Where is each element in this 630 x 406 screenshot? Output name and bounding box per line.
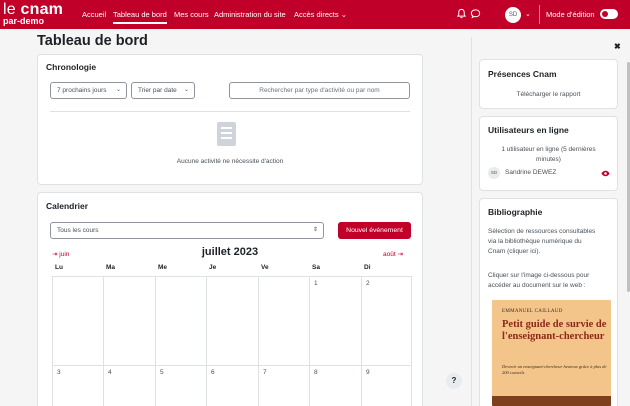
- weekday-header: Sa: [312, 264, 320, 271]
- download-report-link[interactable]: Télécharger le rapport: [479, 90, 618, 100]
- calendar-day-cell[interactable]: 8: [309, 365, 361, 406]
- calendar-day-cell[interactable]: 1: [309, 276, 361, 365]
- bibliography-link[interactable]: Sélection de ressources consultables via …: [488, 227, 614, 257]
- course-filter-select[interactable]: Tous les cours ⇕: [50, 222, 324, 239]
- calendar-day-cell[interactable]: 9: [361, 365, 412, 406]
- navbar-divider: [539, 5, 540, 24]
- nav-item-acces-directs[interactable]: Accès directs ⌄: [294, 10, 347, 19]
- eye-icon[interactable]: [601, 170, 610, 177]
- book-cover-band: [492, 396, 611, 406]
- calendar-day-cell[interactable]: 5: [155, 365, 206, 406]
- calendar-day-cell: [103, 276, 155, 365]
- calendar-day-cell: [206, 276, 258, 365]
- online-users-summary: 1 utilisateur en ligne (5 dernières minut…: [501, 146, 596, 163]
- calendar-day-cell[interactable]: 3: [52, 365, 103, 406]
- calendar-day-cell[interactable]: 7: [258, 365, 309, 406]
- edit-mode-toggle[interactable]: [600, 9, 618, 19]
- user-avatar: SD: [488, 167, 500, 179]
- bell-icon[interactable]: [456, 8, 467, 19]
- book-subtitle: Devenir un enseignant-chercheur heureux …: [502, 364, 607, 375]
- calendar-day-cell[interactable]: 4: [103, 365, 155, 406]
- nav-item-accueil[interactable]: Accueil: [82, 10, 106, 19]
- arrow-right-icon: ⇥: [397, 251, 403, 258]
- nav-item-administration[interactable]: Administration du site: [214, 10, 286, 19]
- online-users-title: Utilisateurs en ligne: [488, 125, 569, 135]
- timeline-card: [37, 54, 423, 185]
- close-drawer-icon[interactable]: ✖: [614, 42, 621, 51]
- calendar-day-cell: [52, 276, 103, 365]
- nav-item-mes-cours[interactable]: Mes cours: [174, 10, 209, 19]
- weekday-header: Je: [209, 264, 217, 271]
- timeline-divider: [50, 111, 410, 112]
- user-menu-chevron-icon[interactable]: ⌄: [525, 10, 531, 18]
- nav-item-tableau-de-bord[interactable]: Tableau de bord: [113, 10, 167, 24]
- weekday-header: Me: [158, 264, 168, 271]
- bibliography-title: Bibliographie: [488, 207, 543, 217]
- edit-mode-label: Mode d'édition: [546, 10, 595, 19]
- next-month-link[interactable]: août ⇥: [383, 250, 403, 258]
- calendar-day-cell: [258, 276, 309, 365]
- timeline-days-filter[interactable]: 7 prochains jours ⌄: [50, 82, 127, 99]
- page-title: Tableau de bord: [37, 33, 148, 49]
- weekday-header: Di: [364, 264, 371, 271]
- calendar-month-title: juillet 2023: [201, 246, 259, 258]
- weekday-header: Ve: [261, 264, 269, 271]
- chevron-updown-icon: ⇕: [312, 227, 318, 233]
- new-event-button[interactable]: Nouvel événement: [338, 222, 411, 239]
- calendar-day-cell[interactable]: 6: [206, 365, 258, 406]
- chevron-down-icon: ⌄: [183, 87, 189, 93]
- empty-list-icon: [217, 122, 236, 146]
- chevron-down-icon: ⌄: [115, 87, 121, 93]
- calendar-title: Calendrier: [46, 201, 89, 211]
- timeline-search-input[interactable]: Rechercher par type d'activité ou par no…: [229, 82, 410, 99]
- help-button[interactable]: ?: [446, 373, 462, 389]
- calendar-day-cell: [155, 276, 206, 365]
- calendar-day-cell[interactable]: 2: [361, 276, 412, 365]
- book-cover-image[interactable]: EMMANUEL CAILLAUD Petit guide de survie …: [492, 300, 611, 406]
- timeline-sort-select[interactable]: Trier par date ⌄: [131, 82, 195, 99]
- presences-block: [479, 59, 618, 109]
- site-logo[interactable]: le cnam par-demo: [3, 0, 63, 26]
- bibliography-hint: Cliquer sur l'image ci-dessous pour accéd…: [488, 272, 590, 289]
- navbar: le cnam par-demo Accueil Tableau de bord…: [0, 0, 630, 29]
- logo-subtitle: par-demo: [3, 16, 45, 26]
- weekday-header: Ma: [106, 264, 116, 271]
- user-avatar[interactable]: SD: [505, 7, 521, 23]
- timeline-title: Chronologie: [46, 62, 97, 72]
- book-title: Petit guide de survie de l'enseignant-ch…: [502, 319, 607, 342]
- book-author: EMMANUEL CAILLAUD: [502, 309, 563, 314]
- message-icon[interactable]: [470, 8, 481, 19]
- timeline-empty-text: Aucune activité ne nécessite d'action: [176, 158, 284, 165]
- presences-title: Présences Cnam: [488, 69, 557, 79]
- online-user-link[interactable]: Sandrine DEWEZ: [505, 168, 556, 178]
- weekday-header: Lu: [55, 264, 63, 271]
